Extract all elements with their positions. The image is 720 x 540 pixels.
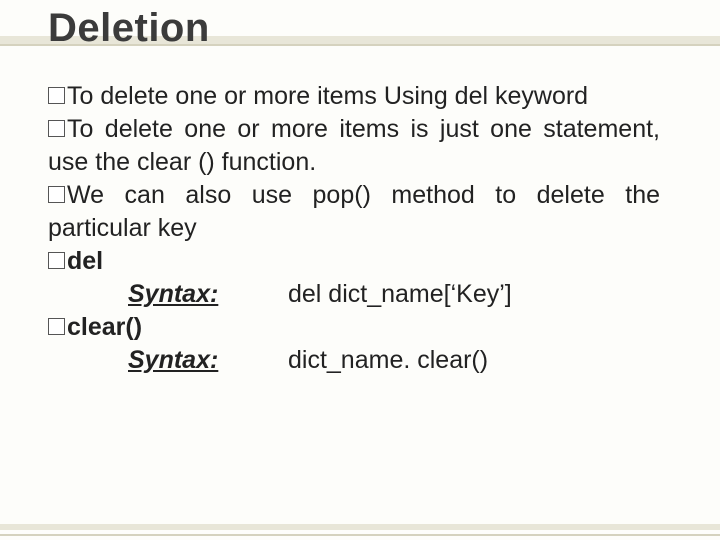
bullet-box-icon [48, 186, 65, 203]
slide: Deletion To delete one or more items Usi… [0, 0, 720, 540]
bullet-box-icon [48, 318, 65, 335]
bullet-item: We can also use pop() method to delete t… [48, 179, 660, 245]
syntax-row-del: Syntax: del dict_name[‘Key’] [48, 278, 660, 311]
bullet-item: clear() [48, 311, 660, 344]
bullet-text: To delete one or more items Using del ke… [67, 82, 588, 110]
decor-stripe [0, 524, 720, 530]
bullet-box-icon [48, 87, 65, 104]
syntax-code-del: del dict_name[‘Key’] [288, 278, 512, 311]
bullet-text: clear() [67, 313, 142, 341]
slide-body: To delete one or more items Using del ke… [48, 80, 660, 377]
decor-stripe [0, 534, 720, 536]
bullet-item: To delete one or more items Using del ke… [48, 80, 660, 113]
syntax-label: Syntax: [48, 278, 288, 311]
syntax-code-clear: dict_name. clear() [288, 344, 488, 377]
bullet-item: del [48, 245, 660, 278]
syntax-label: Syntax: [48, 344, 288, 377]
bullet-text: del [67, 247, 103, 275]
bullet-text: To delete one or more items is just one … [48, 115, 660, 176]
bullet-box-icon [48, 252, 65, 269]
bullet-text: We can also use pop() method to delete t… [48, 181, 660, 242]
bullet-box-icon [48, 120, 65, 137]
syntax-row-clear: Syntax: dict_name. clear() [48, 344, 660, 377]
bullet-item: To delete one or more items is just one … [48, 113, 660, 179]
slide-title: Deletion [48, 6, 210, 51]
